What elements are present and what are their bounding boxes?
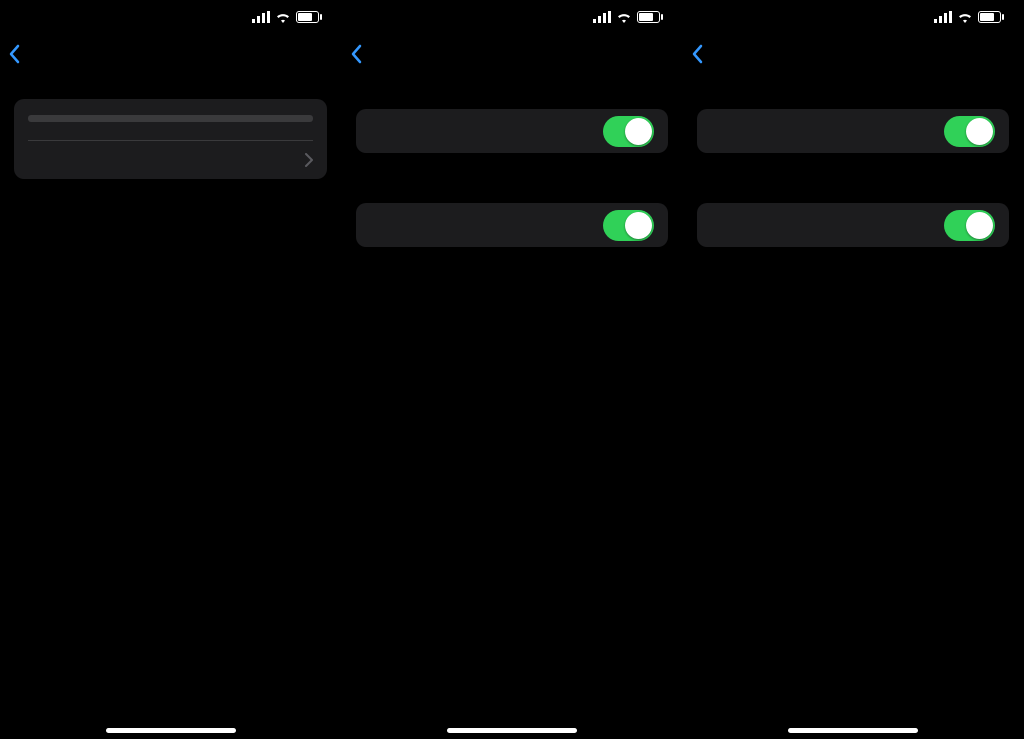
back-button[interactable]	[350, 44, 364, 69]
chevron-right-icon	[305, 153, 313, 167]
signal-icon	[593, 11, 611, 23]
chevron-left-icon	[350, 44, 364, 69]
navbar	[683, 34, 1023, 78]
shared-albums-note	[683, 247, 1023, 254]
shared-albums-row[interactable]	[356, 203, 668, 247]
battery-icon	[637, 11, 664, 23]
wifi-icon	[957, 11, 973, 23]
battery-icon	[978, 11, 1005, 23]
wifi-icon	[616, 11, 632, 23]
shared-albums-toggle[interactable]	[603, 210, 654, 241]
wifi-icon	[275, 11, 291, 23]
icloud-header	[683, 78, 1023, 109]
status-bar	[683, 0, 1023, 34]
home-indicator[interactable]	[447, 728, 577, 733]
chevron-left-icon	[691, 44, 705, 69]
storage-options-note	[683, 178, 1023, 185]
icloud-photos-row[interactable]	[697, 109, 1009, 153]
storage-bar	[28, 115, 313, 122]
icloud-photos-row[interactable]	[356, 109, 668, 153]
back-button[interactable]	[8, 44, 22, 69]
icloud-photos-note	[342, 153, 682, 160]
shared-albums-row[interactable]	[697, 203, 1009, 247]
signal-icon	[252, 11, 270, 23]
icloud-photos-note	[683, 153, 1023, 160]
shared-albums-note	[342, 247, 682, 254]
storage-block	[14, 99, 327, 179]
navbar	[0, 34, 341, 78]
chevron-left-icon	[8, 44, 22, 69]
manage-storage-row[interactable]	[28, 140, 313, 179]
shared-albums-toggle[interactable]	[944, 210, 995, 241]
storage-legend	[28, 122, 313, 140]
status-bar	[0, 0, 341, 34]
battery-icon	[296, 11, 323, 23]
screen-photos-originals	[341, 0, 682, 739]
icloud-header	[342, 78, 682, 109]
navbar	[342, 34, 682, 78]
back-button[interactable]	[691, 44, 705, 69]
icloud-photos-toggle[interactable]	[603, 116, 654, 147]
home-indicator[interactable]	[106, 728, 236, 733]
storage-header	[0, 78, 341, 99]
screen-photos-optimize	[682, 0, 1023, 739]
storage-options-note	[342, 178, 682, 185]
signal-icon	[934, 11, 952, 23]
status-bar	[342, 0, 682, 34]
home-indicator[interactable]	[788, 728, 918, 733]
icloud-photos-toggle[interactable]	[944, 116, 995, 147]
screen-icloud-main	[0, 0, 341, 739]
